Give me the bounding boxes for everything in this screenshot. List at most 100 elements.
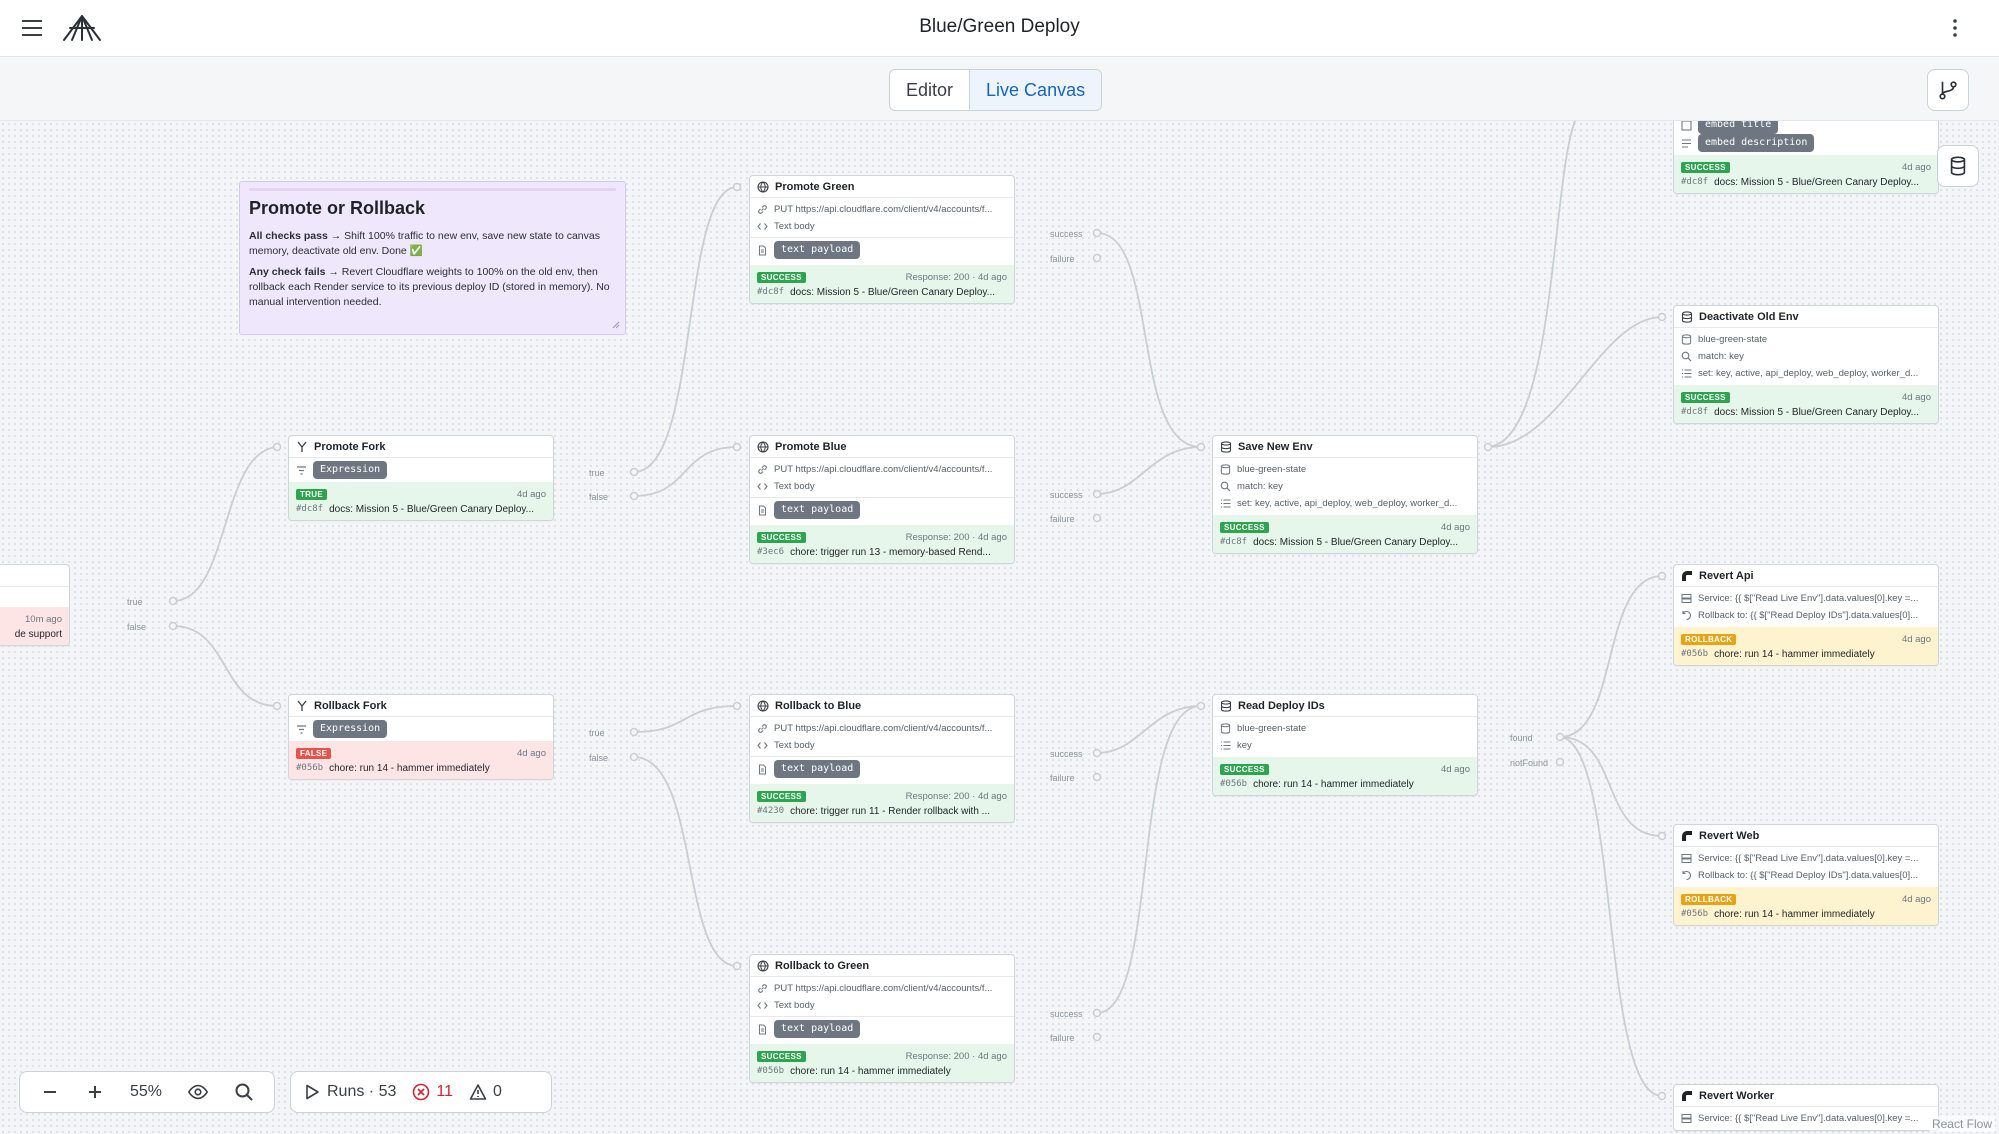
node-rollback-fork[interactable]: Rollback Fork Expression FALSE 4d ago #05… [288, 694, 554, 780]
payload-pill: text payload [774, 501, 861, 519]
branch-button[interactable] [1927, 69, 1969, 111]
node-promote-green[interactable]: Promote Green PUT https://api.cloudflare… [749, 175, 1015, 304]
status-badge: SUCCESS [1220, 521, 1269, 533]
search-icon [1681, 351, 1692, 362]
file-icon [759, 764, 766, 774]
database-icon [1681, 310, 1693, 323]
eye-icon[interactable] [187, 1081, 209, 1103]
zoom-level: 55% [129, 1083, 162, 1100]
node-title: Rollback Fork [314, 699, 387, 712]
page-title: Blue/Green Deploy [919, 16, 1080, 37]
node-discord-message[interactable]: embed title embed description SUCCESS 4d … [1673, 121, 1939, 194]
node-rollback-to-blue[interactable]: Rollback to Blue PUT https://api.cloudfl… [749, 694, 1015, 823]
checkbox-icon [1681, 121, 1692, 131]
code-icon [757, 223, 768, 230]
status-badge: SUCCESS [757, 1050, 806, 1062]
file-icon [759, 505, 766, 515]
react-flow-attribution[interactable]: React Flow [1928, 1116, 1995, 1132]
node-title: Rollback to Green [775, 959, 870, 972]
memory-panel-button[interactable] [1937, 145, 1979, 187]
code-icon [757, 1002, 768, 1009]
rotate-ccw-icon [1682, 870, 1692, 881]
app-logo-icon[interactable] [62, 12, 102, 44]
status-badge: SUCCESS [757, 790, 806, 802]
status-badge: ROLLBACK [1681, 633, 1737, 645]
expression-pill: Expression [313, 720, 388, 738]
note-title: Promote or Rollback [249, 198, 426, 218]
list-icon [1682, 369, 1692, 378]
render-icon [1682, 570, 1692, 581]
status-badge: SUCCESS [757, 271, 806, 283]
node-promote-blue[interactable]: Promote Blue PUT https://api.cloudflare.… [749, 435, 1015, 564]
node-title: Promote Green [775, 180, 855, 193]
zoom-in-icon[interactable] [85, 1082, 105, 1102]
link-icon [758, 205, 767, 214]
node-title: Save New Env [1238, 440, 1313, 453]
warning-triangle-icon [469, 1084, 487, 1100]
code-icon [757, 742, 768, 749]
node-promote-fork[interactable]: Promote Fork Expression TRUE 4d ago #dc8f… [288, 435, 554, 521]
list-icon [1221, 741, 1231, 750]
database-icon [1681, 334, 1692, 345]
node-title: Revert Api [1699, 569, 1754, 582]
node-title: Rollback to Blue [775, 699, 862, 712]
edge-label-true: true [127, 597, 143, 607]
file-icon [759, 245, 766, 255]
link-icon [758, 465, 767, 474]
expression-pill: Expression [313, 461, 388, 479]
zoom-controls: 55% [19, 1071, 275, 1113]
view-toolbar: Editor Live Canvas [0, 57, 1999, 121]
edge-label-success: success [1050, 1009, 1083, 1019]
hamburger-menu-icon[interactable] [20, 16, 44, 40]
server-icon [1681, 1114, 1692, 1123]
tab-live-canvas[interactable]: Live Canvas [969, 70, 1102, 110]
globe-icon [757, 699, 769, 712]
status-badge: SUCCESS [757, 531, 806, 543]
payload-pill: text payload [774, 241, 861, 259]
node-title: Revert Worker [1699, 1089, 1774, 1102]
globe-icon [757, 440, 769, 453]
node-deactivate-old-env[interactable]: Deactivate Old Env blue-green-state matc… [1673, 305, 1939, 424]
flow-canvas[interactable]: true false true false true false success… [0, 121, 1999, 1134]
node-read-deploy-ids[interactable]: Read Deploy IDs blue-green-state key SUC… [1212, 694, 1478, 796]
tab-editor[interactable]: Editor [890, 70, 969, 110]
node-revert-worker[interactable]: Revert Worker Service: {{ $["Read Live E… [1673, 1084, 1939, 1131]
edge-label-success: success [1050, 229, 1083, 239]
node-rollback-to-green[interactable]: Rollback to Green PUT https://api.cloudf… [749, 954, 1015, 1083]
database-icon [1220, 723, 1231, 734]
runs-status-bar[interactable]: Runs · 53 11 0 [290, 1071, 552, 1113]
more-options-icon[interactable] [1943, 16, 1967, 40]
node-title: Deactivate Old Env [1699, 310, 1799, 323]
runs-errors[interactable]: 11 [412, 1083, 453, 1101]
edge-label-true: true [589, 468, 605, 478]
status-badge: TRUE [296, 488, 327, 500]
render-icon [1682, 1090, 1692, 1101]
runs-warnings[interactable]: 0 [469, 1083, 502, 1101]
edge-label-false: false [127, 622, 147, 632]
error-circle-icon [413, 1083, 430, 1101]
filter-icon [297, 724, 306, 734]
database-icon [1220, 440, 1232, 453]
fork-icon [297, 700, 307, 711]
list-icon [1221, 499, 1231, 508]
app-bar: Blue/Green Deploy [0, 0, 1999, 57]
node-partial[interactable]: 10m ago de support [0, 564, 70, 646]
edge-label-false: false [589, 753, 609, 763]
resize-handle-icon[interactable] [612, 321, 620, 329]
view-toggle: Editor Live Canvas [889, 69, 1103, 111]
edge-label-false: false [589, 492, 609, 502]
edge-label-failure: failure [1050, 773, 1075, 783]
zoom-out-icon[interactable] [40, 1082, 60, 1102]
status-badge: ROLLBACK [1681, 893, 1737, 905]
link-icon [758, 984, 767, 993]
edge-label-success: success [1050, 749, 1083, 759]
sticky-note[interactable]: Promote or Rollback All checks pass → Sh… [239, 181, 626, 335]
node-save-new-env[interactable]: Save New Env blue-green-state match: key… [1212, 435, 1478, 554]
edge-label-notfound: notFound [1510, 758, 1549, 768]
runs-count[interactable]: Runs · 53 [303, 1083, 396, 1101]
text-lines-icon [1682, 138, 1691, 148]
node-revert-web[interactable]: Revert Web Service: {{ $["Read Live Env"… [1673, 824, 1939, 926]
status-badge: SUCCESS [1220, 763, 1269, 775]
node-revert-api[interactable]: Revert Api Service: {{ $["Read Live Env"… [1673, 564, 1939, 666]
search-icon[interactable] [234, 1082, 254, 1102]
